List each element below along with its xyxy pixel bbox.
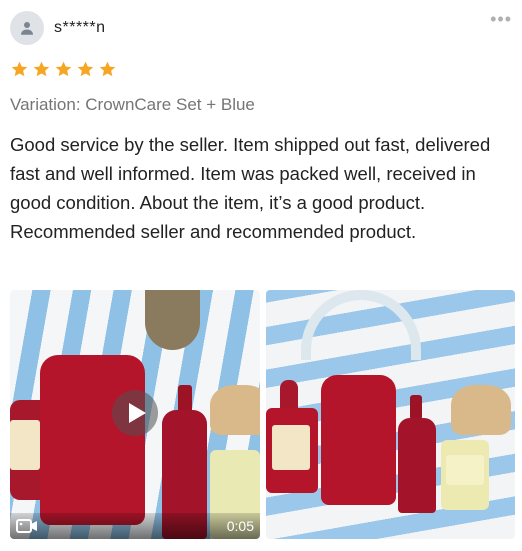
review-video-thumbnail[interactable]: 0:05 <box>10 290 260 539</box>
spray-bottle <box>398 418 436 513</box>
user-icon <box>21 22 33 35</box>
review-photo-thumbnail[interactable] <box>266 290 515 539</box>
star-icon <box>10 60 29 79</box>
star-rating <box>10 60 117 79</box>
cat-figure <box>145 290 200 350</box>
scalp-brush <box>451 385 511 435</box>
video-camera-icon <box>16 518 38 534</box>
variation-text: Variation: CrownCare Set + Blue <box>10 95 255 114</box>
star-icon <box>54 60 73 79</box>
more-dots-icon[interactable]: ••• <box>490 10 512 28</box>
star-icon <box>32 60 51 79</box>
star-icon <box>76 60 95 79</box>
avatar[interactable] <box>10 11 44 45</box>
product-label <box>272 425 310 470</box>
product-label <box>446 455 484 485</box>
review-header: s*****n ••• <box>10 10 512 46</box>
reviewer-name: s*****n <box>54 19 106 36</box>
star-icon <box>98 60 117 79</box>
shampoo-bottle <box>321 375 396 505</box>
review-text: Good service by the seller. Item shipped… <box>10 134 491 242</box>
product-label <box>10 420 40 470</box>
spray-cap <box>410 395 422 420</box>
dropper-cap <box>280 380 298 410</box>
play-icon <box>128 403 146 423</box>
video-info-bar: 0:05 <box>10 513 260 539</box>
scalp-brush <box>210 385 260 435</box>
play-button[interactable] <box>112 390 158 436</box>
shampoo-bottle <box>40 355 145 525</box>
video-duration: 0:05 <box>226 518 254 534</box>
